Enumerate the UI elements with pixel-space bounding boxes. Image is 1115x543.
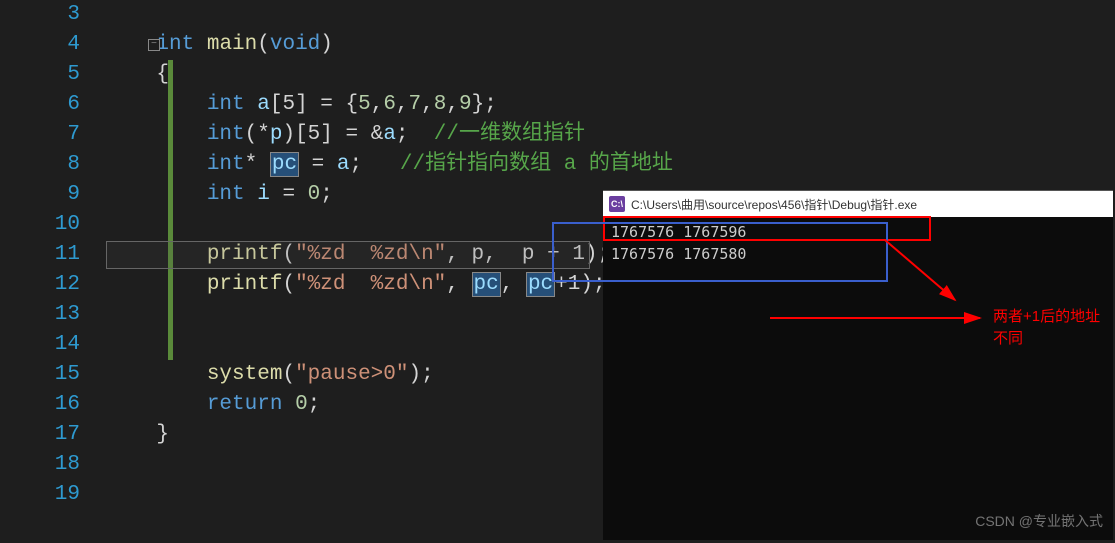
comma: , [501, 273, 526, 296]
console-window[interactable]: C:\ C:\Users\曲用\source\repos\456\指针\Debu… [603, 190, 1113, 540]
keyword-int: int [156, 33, 194, 56]
number: 7 [409, 93, 422, 116]
console-titlebar[interactable]: C:\ C:\Users\曲用\source\repos\456\指针\Debu… [603, 191, 1113, 217]
change-marker [168, 120, 173, 150]
var-i: i [257, 183, 270, 206]
change-marker [168, 300, 173, 330]
change-marker [168, 180, 173, 210]
equals: = [270, 183, 308, 206]
function-main: main [207, 33, 257, 56]
change-marker [168, 60, 173, 90]
line-number: 5 [0, 60, 80, 90]
line-number: 8 [0, 150, 80, 180]
number-zero: 0 [308, 183, 321, 206]
line-number: 10 [0, 210, 80, 240]
line-number: 4 [0, 30, 80, 60]
code-line-8[interactable]: int* pc = a; //指针指向数组 a 的首地址 [106, 150, 1115, 180]
console-app-icon: C:\ [609, 196, 625, 212]
ampersand: & [371, 123, 384, 146]
line-number: 18 [0, 450, 80, 480]
line-number: 15 [0, 360, 80, 390]
comma: , [446, 273, 471, 296]
selection-pc: pc [270, 152, 299, 177]
line-number: 12 [0, 270, 80, 300]
line-number: 3 [0, 0, 80, 30]
line-number: 13 [0, 300, 80, 330]
change-marker [168, 270, 173, 300]
change-marker [168, 240, 173, 270]
equals: = [308, 93, 346, 116]
function-printf: printf [207, 273, 283, 296]
change-marker [168, 330, 173, 360]
string-format: "%zd %zd\n" [295, 243, 446, 266]
brace: { [345, 93, 358, 116]
line-number: 11 [0, 240, 80, 270]
fold-collapse-icon[interactable]: − [148, 39, 160, 51]
line-number-gutter: 3 4 5 6 7 8 9 10 11 12 13 14 15 16 17 18… [0, 0, 98, 543]
number: 9 [459, 93, 472, 116]
comment: //指针指向数组 a 的首地址 [400, 153, 673, 176]
var-a: a [337, 153, 350, 176]
keyword-int: int [207, 153, 245, 176]
number: 8 [434, 93, 447, 116]
selection-pc: pc [526, 272, 555, 297]
watermark-text: CSDN @专业嵌入式 [975, 511, 1103, 531]
number: 6 [383, 93, 396, 116]
code-line-7[interactable]: int(*p)[5] = &a; //一维数组指针 [106, 120, 1115, 150]
var-p: p [270, 123, 283, 146]
selection-pc: pc [472, 272, 501, 297]
number-zero: 0 [295, 393, 308, 416]
keyword-int: int [207, 93, 245, 116]
code-line-3[interactable] [106, 0, 1115, 30]
var-a: a [257, 93, 270, 116]
var-a: a [383, 123, 396, 146]
code-line-5[interactable]: { [106, 60, 1115, 90]
console-title: C:\Users\曲用\source\repos\456\指针\Debug\指针… [631, 196, 917, 213]
code-line-4[interactable]: − int main(void) [106, 30, 1115, 60]
array-dim: [5] [270, 93, 308, 116]
change-marker [168, 90, 173, 120]
annotation-text-line: 两者+1后的地址 [993, 306, 1100, 328]
equals: = [333, 123, 371, 146]
var-pc: pc [528, 273, 553, 296]
keyword-void: void [270, 33, 320, 56]
plus-one: +1 [555, 273, 580, 296]
comment: //一维数组指针 [434, 123, 585, 146]
change-marker [168, 210, 173, 240]
var-pc: pc [474, 273, 499, 296]
line-number: 17 [0, 420, 80, 450]
line-number: 16 [0, 390, 80, 420]
number: 5 [358, 93, 371, 116]
line-number: 6 [0, 90, 80, 120]
console-output-line: 1767576 1767596 [611, 221, 1105, 243]
keyword-int: int [207, 183, 245, 206]
keyword-int: int [207, 123, 245, 146]
line-number: 14 [0, 330, 80, 360]
keyword-return: return [207, 393, 283, 416]
change-marker [168, 150, 173, 180]
console-output: 1767576 1767596 1767576 1767580 [603, 217, 1113, 269]
function-printf: printf [207, 243, 283, 266]
function-system: system [207, 363, 283, 386]
line-number: 19 [0, 480, 80, 510]
line-number: 9 [0, 180, 80, 210]
string-arg: "pause>0" [295, 363, 408, 386]
console-output-line: 1767576 1767580 [611, 243, 1105, 265]
equals: = [299, 153, 337, 176]
string-format: "%zd %zd\n" [295, 273, 446, 296]
var-pc: pc [272, 153, 297, 176]
annotation-text-line: 不同 [993, 328, 1100, 350]
annotation-label: 两者+1后的地址 不同 [993, 306, 1100, 350]
array-dim: [5] [295, 123, 333, 146]
args: , p, p + 1 [446, 243, 585, 266]
brace-close: } [156, 423, 169, 446]
brace: } [472, 93, 485, 116]
code-line-6[interactable]: int a[5] = {5,6,7,8,9}; [106, 90, 1115, 120]
line-number: 7 [0, 120, 80, 150]
